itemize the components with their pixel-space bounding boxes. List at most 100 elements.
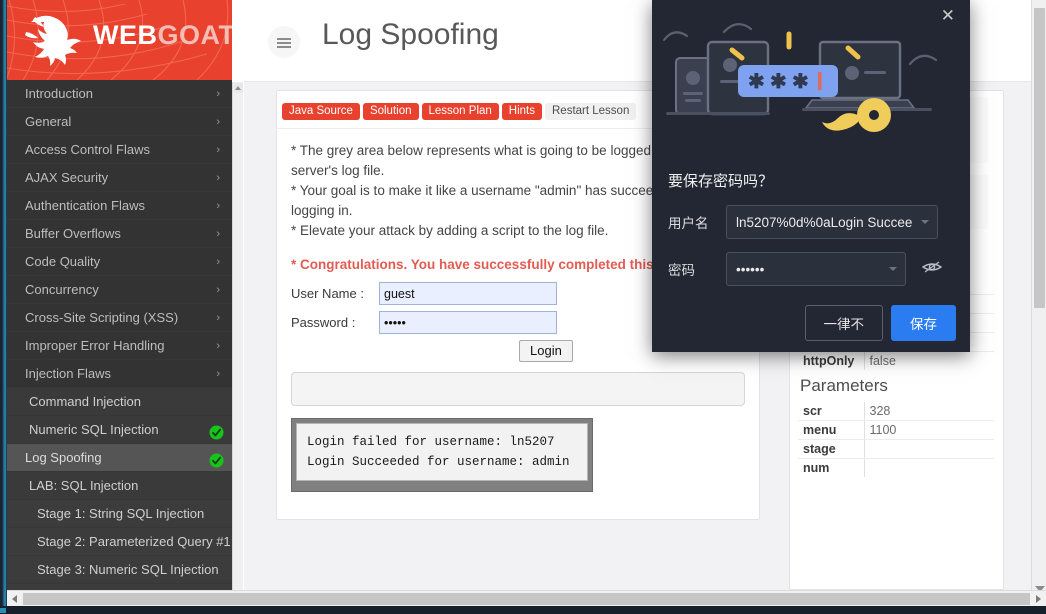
svg-text:✱: ✱ xyxy=(770,71,787,93)
sidebar-item-lab-sql-injection[interactable]: LAB: SQL Injection xyxy=(7,472,232,500)
dialog-password-row: 密码 •••••• xyxy=(668,252,958,286)
sidebar-item-buffer-overflows[interactable]: Buffer Overflows › xyxy=(7,220,232,248)
parameter-row: num xyxy=(798,458,994,477)
log-panel: Login failed for username: ln5207 Login … xyxy=(291,418,593,492)
username-label: User Name : xyxy=(291,286,364,301)
svg-text:✱: ✱ xyxy=(748,71,765,93)
sidebar-item-ajax-security[interactable]: AJAX Security › xyxy=(7,164,232,192)
dialog-username-value: ln5207%0d%0aLogin Succee xyxy=(736,214,913,230)
devices-password-key-illustration: ✱ ✱ ✱ xyxy=(662,23,938,132)
hamburger-icon[interactable] xyxy=(268,26,300,58)
sidebar-item-label: Concurrency xyxy=(25,282,99,297)
sidebar-item-label: Authentication Flaws xyxy=(25,198,145,213)
chevron-down-icon-password[interactable] xyxy=(889,267,897,271)
sidebar-item-label: General xyxy=(25,114,72,129)
sidebar-item-stage-1-string-sql-injection[interactable]: Stage 1: String SQL Injection xyxy=(7,500,232,528)
dialog-username-input[interactable]: ln5207%0d%0aLogin Succee xyxy=(726,205,938,239)
parameter-row-value: 1100 xyxy=(864,420,994,440)
chevron-right-icon: › xyxy=(216,116,220,128)
parameters-table: scr 328 menu 1100 stage num xyxy=(798,402,994,477)
sidebar-item-code-quality[interactable]: Code Quality › xyxy=(7,248,232,276)
sidebar-item-label: AJAX Security xyxy=(25,170,109,185)
goat-logo-icon xyxy=(25,15,81,67)
lesson-plan-button[interactable]: Lesson Plan xyxy=(421,103,499,120)
java-source-button[interactable]: Java Source xyxy=(282,103,360,120)
sidebar-item-label: Stage 2: Parameterized Query #1 xyxy=(37,534,231,549)
cookie-row: httpOnly false xyxy=(798,351,994,370)
sidebar-item-label: Stage 1: String SQL Injection xyxy=(37,506,205,521)
sidebar-item-injection-flaws[interactable]: Injection Flaws › xyxy=(7,360,232,388)
dialog-username-label: 用户名 xyxy=(668,216,709,231)
sidebar-item-label: Command Injection xyxy=(29,394,141,409)
never-save-button[interactable]: 一律不 xyxy=(804,305,883,341)
message-box xyxy=(291,372,745,406)
sidebar-item-label: Log Spoofing xyxy=(25,450,102,465)
sidebar-item-general[interactable]: General › xyxy=(7,108,232,136)
sidebar-item-log-spoofing[interactable]: Log Spoofing xyxy=(7,444,232,472)
sidebar-item-numeric-sql-injection[interactable]: Numeric SQL Injection xyxy=(7,416,232,444)
chevron-right-icon: › xyxy=(216,228,220,240)
username-input[interactable] xyxy=(379,282,557,305)
vertical-scroll-thumb[interactable] xyxy=(1034,8,1045,308)
solution-button[interactable]: Solution xyxy=(362,103,419,120)
chevron-right-icon: › xyxy=(216,256,220,268)
sidebar-item-label: Cross-Site Scripting (XSS) xyxy=(25,310,179,325)
login-button[interactable]: Login xyxy=(519,340,573,362)
sidebar-item-label: Buffer Overflows xyxy=(25,226,121,241)
password-label: Password : xyxy=(291,315,356,330)
sidebar-item-label: Numeric SQL Injection xyxy=(29,422,159,437)
sidebar-item-stage-2-parameterized-query-1[interactable]: Stage 2: Parameterized Query #1 xyxy=(7,528,232,556)
save-password-dialog: ✕ ✱ ✱ ✱ 要保存密码吗？ 用户名 ln5207%0d%0aLogin Su… xyxy=(652,0,970,352)
brand-goat: GOAT xyxy=(157,20,233,50)
scroll-left-arrow-icon[interactable] xyxy=(7,591,23,606)
sidebar: WEBGOAT Introduction › General › Access Cont… xyxy=(7,0,232,606)
log-output: Login failed for username: ln5207 Login … xyxy=(296,423,588,481)
horizontal-scroll-thumb[interactable] xyxy=(23,593,1046,605)
hints-button[interactable]: Hints xyxy=(501,103,542,120)
sidebar-item-authentication-flaws[interactable]: Authentication Flaws › xyxy=(7,192,232,220)
parameter-row: stage xyxy=(798,439,994,459)
dialog-title: 要保存密码吗？ xyxy=(668,173,774,190)
scroll-right-arrow-icon[interactable] xyxy=(1030,591,1046,606)
parameter-row-value xyxy=(864,439,994,459)
chevron-right-icon: › xyxy=(216,200,220,212)
parameter-row-key: stage xyxy=(798,439,865,459)
chevron-right-icon: › xyxy=(216,144,220,156)
page-title: Log Spoofing xyxy=(322,18,499,51)
sidebar-item-label: Improper Error Handling xyxy=(25,338,165,353)
browser-window-left-edge xyxy=(0,0,7,614)
sidebar-item-label: Introduction xyxy=(25,86,93,101)
cookie-row-key: httpOnly xyxy=(798,351,865,370)
restart-lesson-button[interactable]: Restart Lesson xyxy=(545,103,637,120)
chevron-right-icon: › xyxy=(216,88,220,100)
dialog-password-input[interactable]: •••••• xyxy=(726,252,906,286)
page-horizontal-scrollbar[interactable] xyxy=(7,590,1046,606)
brand-wordmark: WEBGOAT xyxy=(93,20,232,51)
sidebar-scrollbar[interactable] xyxy=(232,82,243,594)
chevron-right-icon: › xyxy=(216,172,220,184)
sidebar-item-label: Access Control Flaws xyxy=(25,142,150,157)
sidebar-item-label: Code Quality xyxy=(25,254,101,269)
sidebar-item-cross-site-scripting-xss[interactable]: Cross-Site Scripting (XSS) › xyxy=(7,304,232,332)
save-password-button[interactable]: 保存 xyxy=(891,305,956,341)
sidebar-item-introduction[interactable]: Introduction › xyxy=(7,80,232,108)
sidebar-item-command-injection[interactable]: Command Injection xyxy=(7,388,232,416)
eye-reveal-icon[interactable] xyxy=(921,260,943,279)
sidebar-item-concurrency[interactable]: Concurrency › xyxy=(7,276,232,304)
dialog-password-label: 密码 xyxy=(668,263,695,278)
parameter-row-key: scr xyxy=(798,402,865,421)
sidebar-item-stage-3-numeric-sql-injection[interactable]: Stage 3: Numeric SQL Injection xyxy=(7,556,232,584)
password-input[interactable] xyxy=(379,311,557,334)
sidebar-item-label: LAB: SQL Injection xyxy=(29,478,139,493)
chevron-right-icon: › xyxy=(216,368,220,380)
sidebar-scroll-up-arrow[interactable] xyxy=(234,83,243,93)
parameter-row-value: 328 xyxy=(864,402,994,421)
chevron-down-icon[interactable] xyxy=(921,220,929,224)
screen-root: WEBGOAT Introduction › General › Access Cont… xyxy=(0,0,1046,614)
sidebar-item-improper-error-handling[interactable]: Improper Error Handling › xyxy=(7,332,232,360)
chevron-right-icon: › xyxy=(216,340,220,352)
brand-web: WEB xyxy=(93,20,158,50)
parameter-row: scr 328 xyxy=(798,402,994,421)
page-vertical-scrollbar[interactable] xyxy=(1031,0,1046,606)
sidebar-item-access-control-flaws[interactable]: Access Control Flaws › xyxy=(7,136,232,164)
